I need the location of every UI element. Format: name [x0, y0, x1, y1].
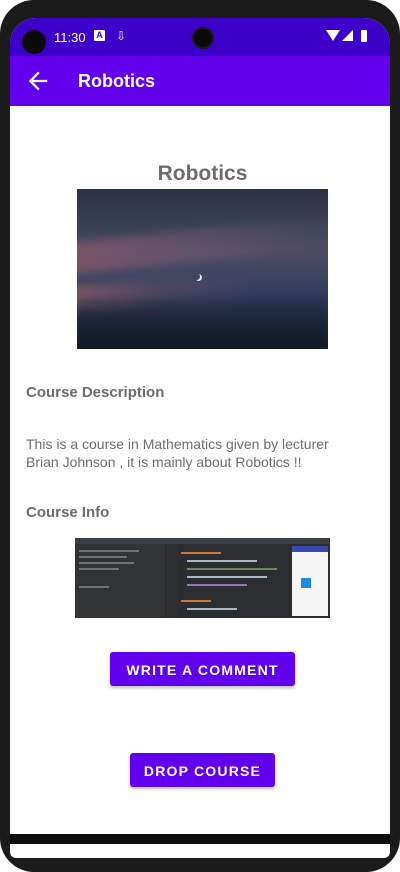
write-comment-button[interactable]: WRITE A COMMENT	[110, 652, 295, 686]
drop-course-button[interactable]: DROP COURSE	[130, 753, 275, 787]
navigation-bar	[10, 834, 390, 844]
course-detail: Robotics Course Description This is a co…	[10, 106, 390, 846]
app-bar: Robotics	[10, 56, 390, 106]
status-time: 11:30	[54, 30, 86, 45]
description-heading: Course Description	[26, 384, 165, 401]
front-camera	[192, 27, 214, 49]
camera-cutout	[22, 30, 46, 54]
wifi-icon	[326, 30, 340, 41]
moon-crescent	[193, 273, 200, 280]
course-info-image	[75, 538, 330, 618]
phone-frame: 11:30 A ⇩ Robotics Robotics Course Descr…	[0, 0, 400, 872]
app-bar-title: Robotics	[78, 71, 156, 91]
status-bar: 11:30 A ⇩	[10, 18, 390, 56]
battery-icon	[361, 30, 367, 42]
download-icon: ⇩	[116, 29, 127, 43]
screen: 11:30 A ⇩ Robotics Robotics Course Descr…	[10, 18, 390, 858]
a-notification-icon: A	[94, 30, 105, 41]
course-image	[77, 189, 328, 349]
info-heading: Course Info	[26, 504, 110, 521]
signal-icon	[342, 30, 353, 41]
arrow-back-icon[interactable]	[24, 67, 52, 95]
course-title: Robotics	[157, 162, 248, 185]
course-description: This is a course in Mathematics given by…	[26, 436, 329, 470]
